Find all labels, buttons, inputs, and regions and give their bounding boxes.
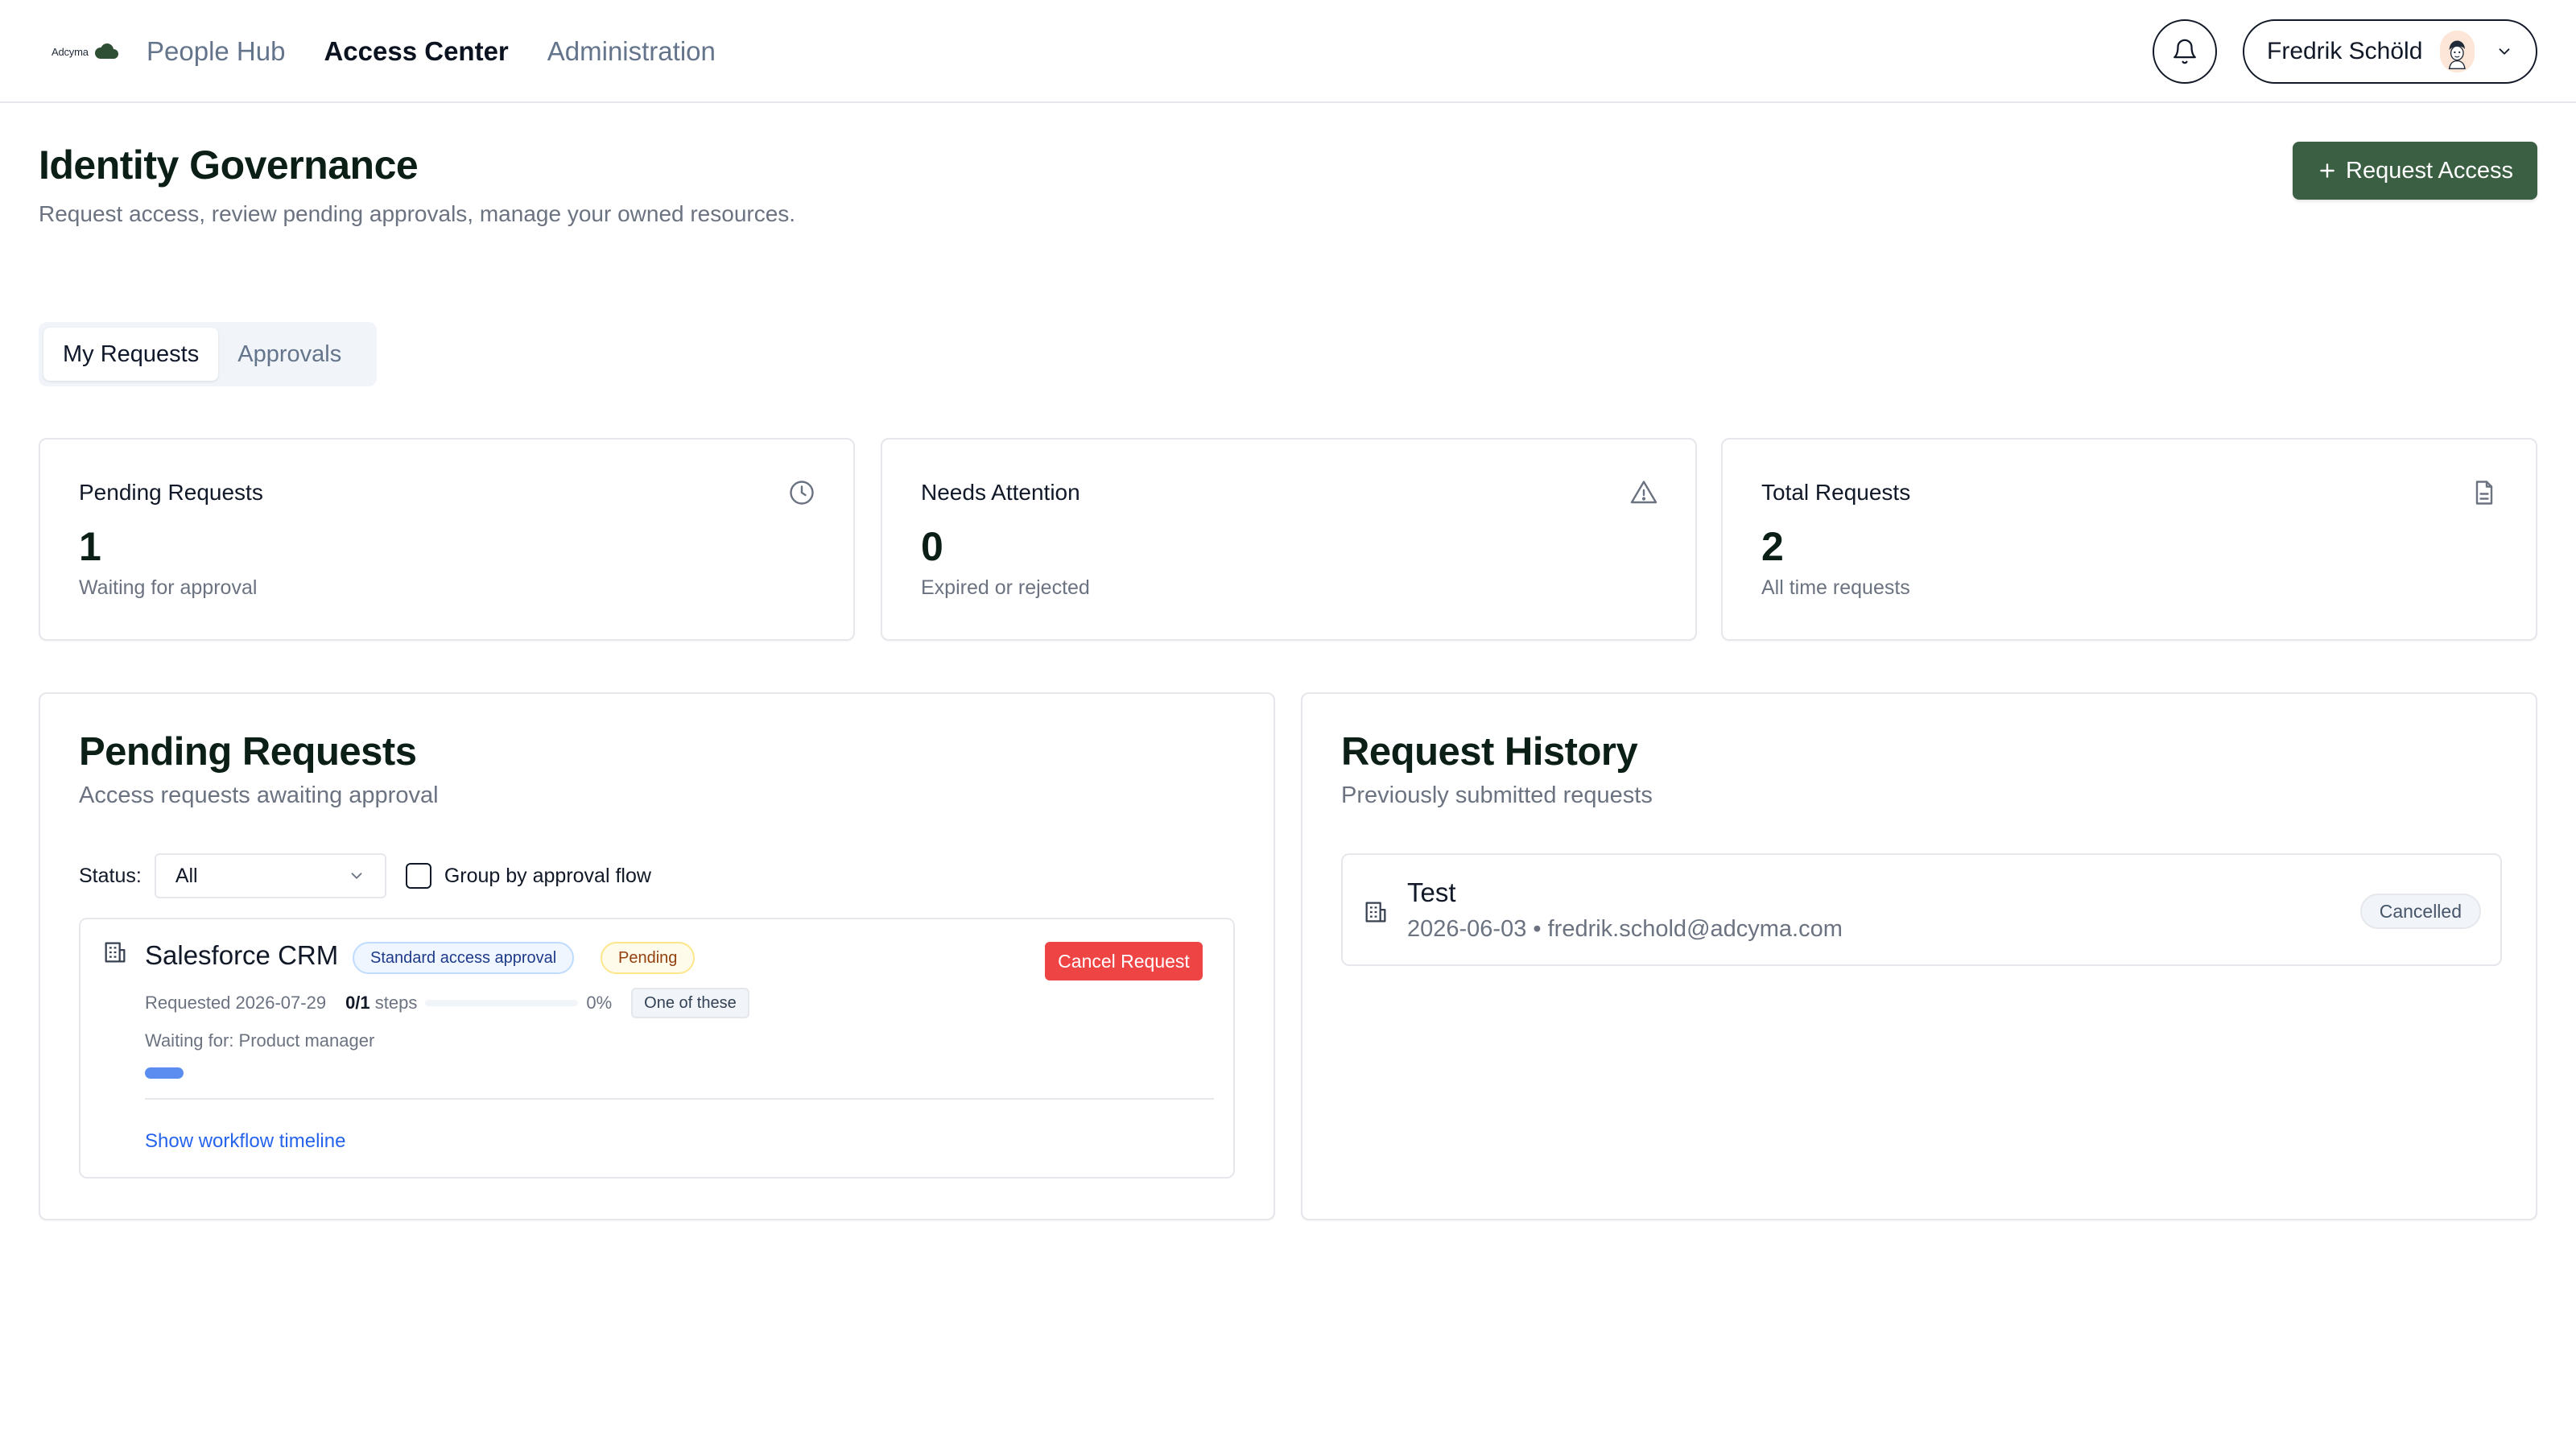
request-card: Salesforce CRM Standard access approval … [79, 918, 1235, 1179]
stat-title: Pending Requests [79, 480, 263, 505]
clock-icon [790, 481, 814, 505]
pending-requests-panel: Pending Requests Access requests awaitin… [39, 692, 1275, 1220]
stat-title: Total Requests [1761, 480, 1911, 505]
stat-card-total: Total Requests 2 All time requests [1721, 438, 2537, 641]
steps-done: 0/1 [345, 993, 370, 1013]
history-item[interactable]: Test 2026-06-03 • fredrik.schold@adcyma.… [1341, 853, 2502, 966]
notifications-button[interactable] [2153, 19, 2217, 84]
progress-percent: 0% [586, 993, 613, 1013]
stat-title: Needs Attention [921, 480, 1080, 505]
request-access-button[interactable]: Request Access [2293, 142, 2537, 200]
stat-value: 1 [79, 524, 101, 569]
avatar-icon [2440, 31, 2475, 72]
brand-logo[interactable]: Adcyma [52, 37, 119, 66]
status-select[interactable]: All [154, 853, 386, 898]
stat-card-needs-attention: Needs Attention 0 Expired or rejected [881, 438, 1697, 641]
chevron-down-icon [351, 873, 362, 879]
document-icon [2475, 481, 2493, 505]
stat-card-pending: Pending Requests 1 Waiting for approval [39, 438, 855, 641]
waiting-for-text: Waiting for: Product manager [145, 1030, 375, 1051]
status-select-value: All [175, 864, 198, 887]
steps-label: steps [374, 993, 418, 1013]
cloud-logo-icon [94, 43, 118, 59]
nav-access-center[interactable]: Access Center [324, 32, 508, 71]
group-by-flow-checkbox[interactable] [405, 863, 431, 889]
warning-triangle-icon [1630, 481, 1657, 504]
approval-rule-chip: One of these [631, 988, 749, 1018]
filter-row: Status: All Group by approval flow [79, 853, 651, 898]
chevron-down-icon [2496, 43, 2513, 60]
stat-subtitle: Waiting for approval [79, 576, 258, 599]
stat-value: 0 [921, 524, 943, 569]
requested-date: Requested 2026-07-29 [145, 993, 327, 1013]
user-name: Fredrik Schöld [2267, 38, 2423, 64]
divider [145, 1098, 1214, 1100]
status-badge: Cancelled [2359, 894, 2481, 929]
stat-subtitle: All time requests [1761, 576, 1910, 599]
user-menu-button[interactable]: Fredrik Schöld [2243, 19, 2537, 84]
stat-value: 2 [1761, 524, 1784, 569]
panel-subtitle: Previously submitted requests [1341, 782, 1653, 808]
top-navigation-bar: Adcyma People Hub Access Center Administ… [0, 0, 2576, 103]
request-access-label: Request Access [2346, 157, 2513, 184]
request-resource-name: Salesforce CRM [145, 940, 339, 970]
workflow-step-indicator [145, 1067, 184, 1079]
tab-my-requests[interactable]: My Requests [43, 328, 219, 381]
building-icon [105, 942, 126, 963]
nav-administration[interactable]: Administration [547, 32, 716, 71]
brand-name: Adcyma [52, 45, 89, 58]
status-badge: Pending [601, 942, 696, 974]
building-icon [1365, 902, 1386, 923]
request-meta: Requested 2026-07-29 0/1 steps 0% One of… [145, 988, 749, 1018]
stat-subtitle: Expired or rejected [921, 576, 1090, 599]
history-item-meta: 2026-06-03 • fredrik.schold@adcyma.com [1407, 916, 1843, 942]
panel-subtitle: Access requests awaiting approval [79, 782, 439, 808]
bell-icon [2174, 39, 2196, 64]
request-history-panel: Request History Previously submitted req… [1301, 692, 2537, 1220]
main-nav: People Hub Access Center Administration [147, 32, 716, 71]
approval-flow-badge: Standard access approval [353, 942, 575, 974]
steps-count: 0/1 steps [345, 993, 417, 1013]
panel-title: Request History [1341, 730, 1638, 774]
tab-approvals[interactable]: Approvals [218, 328, 361, 381]
panel-title: Pending Requests [79, 730, 417, 774]
group-by-flow-label[interactable]: Group by approval flow [444, 865, 651, 888]
steps-progress-bar [425, 1000, 579, 1006]
status-filter-label: Status: [79, 864, 142, 887]
show-workflow-timeline-link[interactable]: Show workflow timeline [145, 1130, 345, 1153]
history-item-name: Test [1407, 877, 1456, 907]
page-subtitle: Request access, review pending approvals… [39, 201, 796, 226]
page-title: Identity Governance [39, 142, 419, 188]
cancel-request-button[interactable]: Cancel Request [1045, 942, 1203, 980]
nav-people-hub[interactable]: People Hub [147, 32, 285, 71]
plus-icon [2320, 163, 2334, 178]
view-tabs: My Requests Approvals [39, 322, 377, 386]
